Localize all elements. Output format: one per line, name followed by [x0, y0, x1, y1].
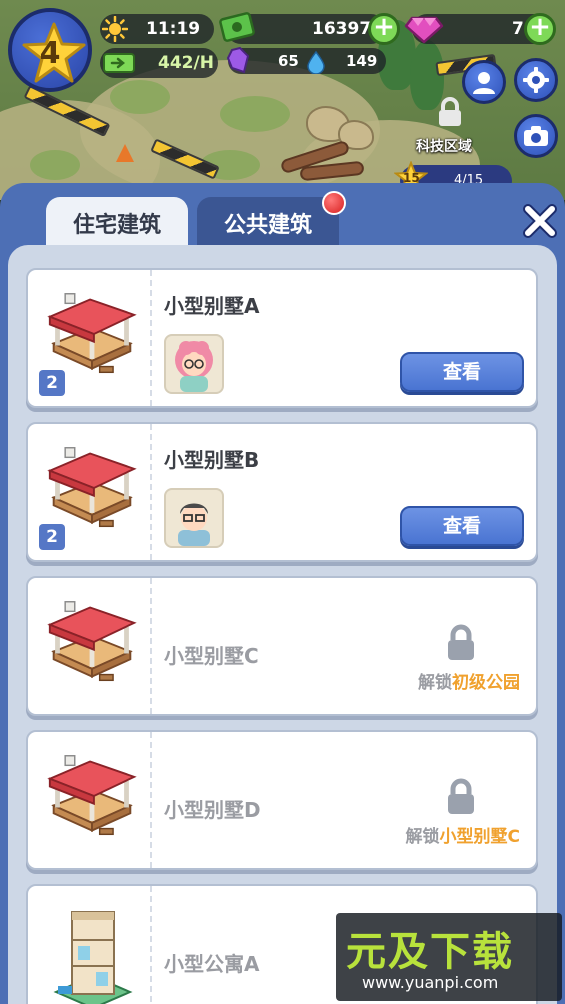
building-name: 小型别墅D: [164, 798, 261, 822]
house-icon: [44, 442, 140, 534]
view-button[interactable]: 查看: [400, 352, 524, 392]
unlock-target: 小型别墅C: [439, 827, 520, 847]
apartment-icon: [53, 911, 133, 1004]
building-name: 小型公寓A: [164, 952, 260, 976]
building-image: [28, 578, 152, 714]
water-text: 149: [346, 52, 378, 70]
unlock-target: 初级公园: [452, 673, 520, 693]
watermark-url: www.yuanpi.com: [362, 973, 499, 992]
building-name: 小型别墅C: [164, 644, 259, 668]
building-image: 2: [28, 424, 152, 560]
lock-icon: [439, 97, 461, 126]
building-card[interactable]: 小型别墅D 解锁小型别墅C: [26, 730, 538, 870]
resident-avatar: [164, 334, 224, 394]
watermark-logo: 元及下载 www.yuanpi.com: [336, 913, 562, 1001]
unlock-requirement: 解锁初级公园: [418, 668, 520, 693]
time-display: 11:19: [100, 14, 214, 44]
building-count-badge: 2: [39, 524, 65, 550]
cash-flow-icon: [103, 53, 135, 73]
user-icon: [473, 72, 495, 94]
building-card[interactable]: 2 小型别墅B 查看: [26, 422, 538, 562]
building-count-badge: 2: [39, 370, 65, 396]
gem-icon: [404, 16, 444, 44]
lock-icon: [448, 778, 474, 814]
income-rate-text: 442/H: [158, 53, 214, 73]
add-gems-button[interactable]: +: [524, 13, 556, 45]
unlock-prefix: 解锁: [418, 673, 452, 693]
time-text: 11:19: [146, 19, 201, 39]
player-level: 4: [39, 35, 61, 71]
building-card[interactable]: 小型别墅C 解锁初级公园: [26, 576, 538, 716]
unlock-requirement: 解锁小型别墅C: [406, 822, 520, 847]
tech-zone-label[interactable]: 科技区域: [416, 136, 472, 156]
tab-public[interactable]: 公共建筑: [197, 197, 339, 249]
cash-icon: [219, 12, 255, 42]
crystal-text: 65: [278, 52, 299, 70]
camera-button[interactable]: [514, 114, 558, 158]
building-image: [28, 886, 152, 1004]
watermark-brand: 元及下载: [346, 929, 514, 975]
camera-icon: [524, 126, 548, 146]
close-icon[interactable]: [522, 203, 558, 239]
resident-avatar: [164, 488, 224, 548]
man-avatar-icon: [178, 503, 210, 546]
friends-button[interactable]: [462, 60, 506, 104]
tab-residential[interactable]: 住宅建筑: [46, 197, 188, 249]
unlock-prefix: 解锁: [405, 827, 440, 847]
house-icon: [44, 750, 140, 842]
house-icon: [44, 288, 140, 380]
girl-avatar-icon: [175, 341, 213, 392]
building-image: [28, 732, 152, 868]
crystal-icon: [226, 46, 250, 74]
cash-text: 16397: [312, 19, 372, 39]
building-card[interactable]: 2 小型别墅A 查看: [26, 268, 538, 408]
view-button[interactable]: 查看: [400, 506, 524, 546]
water-drop-icon: [307, 50, 325, 74]
player-level-badge[interactable]: 4: [8, 8, 92, 92]
building-name: 小型别墅A: [164, 294, 260, 318]
building-image: 2: [28, 270, 152, 406]
house-icon: [44, 596, 140, 688]
gem-text: 7: [512, 19, 524, 39]
add-cash-button[interactable]: +: [368, 13, 400, 45]
sun-icon: [102, 16, 128, 42]
income-rate-display: 442/H: [100, 48, 218, 78]
notification-dot: [322, 191, 346, 215]
gear-icon: [523, 67, 549, 93]
lock-icon: [448, 624, 474, 660]
settings-button[interactable]: [514, 58, 558, 102]
building-name: 小型别墅B: [164, 448, 260, 472]
